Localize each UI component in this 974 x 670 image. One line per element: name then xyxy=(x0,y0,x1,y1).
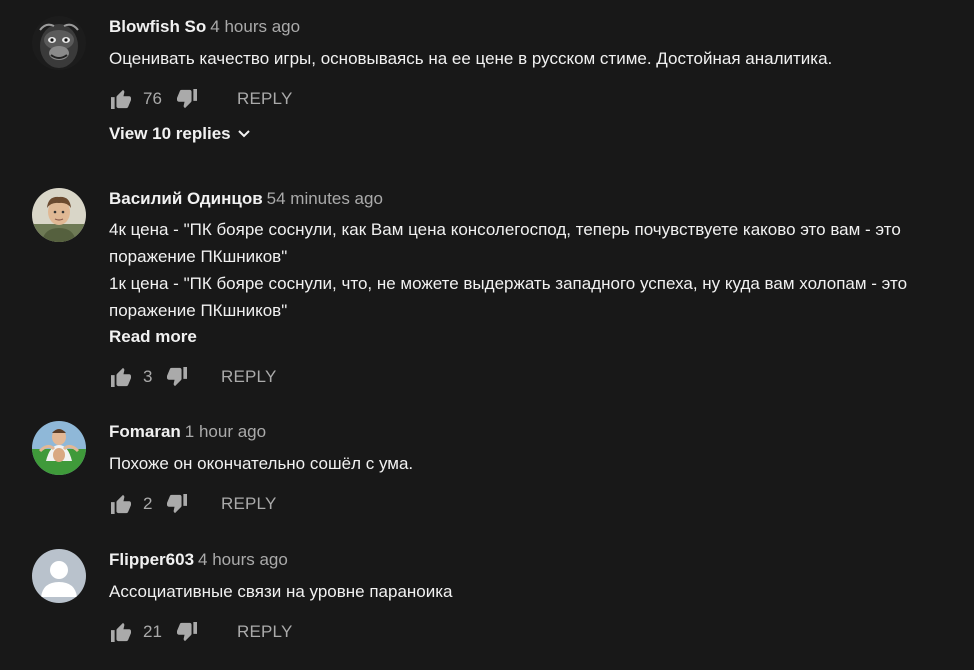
like-icon[interactable] xyxy=(109,620,133,644)
dislike-icon[interactable] xyxy=(175,620,199,644)
dislike-icon[interactable] xyxy=(175,87,199,111)
view-replies-label: View 10 replies xyxy=(109,124,231,143)
like-count: 2 xyxy=(143,494,153,513)
like-icon[interactable] xyxy=(109,87,133,111)
gorilla-avatar-icon xyxy=(32,16,86,70)
read-more-button[interactable]: Read more xyxy=(109,324,954,350)
comment-text: 4к цена - "ПК бояре соснули, как Вам цен… xyxy=(109,220,908,320)
reply-button[interactable]: REPLY xyxy=(237,622,293,642)
like-icon[interactable] xyxy=(109,492,133,516)
comment-time[interactable]: 1 hour ago xyxy=(185,422,266,441)
comment-toolbar: 2 REPLY xyxy=(109,489,954,519)
photo-avatar-icon xyxy=(32,188,86,242)
avatar[interactable] xyxy=(32,549,86,603)
reply-button[interactable]: REPLY xyxy=(221,494,277,514)
reply-button[interactable]: REPLY xyxy=(237,89,293,109)
comment-time[interactable]: 4 hours ago xyxy=(210,17,300,36)
comment-toolbar: 76 REPLY xyxy=(109,84,954,114)
like-icon[interactable] xyxy=(109,365,133,389)
dislike-icon[interactable] xyxy=(165,492,189,516)
like-count: 21 xyxy=(143,622,162,641)
like-count: 3 xyxy=(143,367,153,386)
dislike-icon[interactable] xyxy=(165,365,189,389)
avatar[interactable] xyxy=(32,16,86,70)
comment-author[interactable]: Blowfish So xyxy=(109,17,206,36)
comment-time[interactable]: 4 hours ago xyxy=(198,550,288,569)
view-replies-button[interactable]: View 10 replies xyxy=(109,122,954,146)
comment-toolbar: 3 REPLY xyxy=(109,362,954,392)
reply-button[interactable]: REPLY xyxy=(221,367,277,387)
default-user-avatar-icon xyxy=(32,549,86,603)
avatar[interactable] xyxy=(32,421,86,475)
comment-toolbar: 21 REPLY xyxy=(109,617,954,647)
comment-author[interactable]: Flipper603 xyxy=(109,550,194,569)
comment-text: Оценивать качество игры, основываясь на … xyxy=(109,49,833,68)
comment-time[interactable]: 54 minutes ago xyxy=(267,189,383,208)
comment-author[interactable]: Fomaran xyxy=(109,422,181,441)
avatar[interactable] xyxy=(32,188,86,242)
comment-text: Похоже он окончательно сошёл с ума. xyxy=(109,454,414,473)
comment-author[interactable]: Василий Одинцов xyxy=(109,189,263,208)
chevron-down-icon xyxy=(237,129,251,139)
comment-text: Ассоциативные связи на уровне параноика xyxy=(109,582,453,601)
photo-avatar-green-icon xyxy=(32,421,86,475)
like-count: 76 xyxy=(143,89,162,108)
